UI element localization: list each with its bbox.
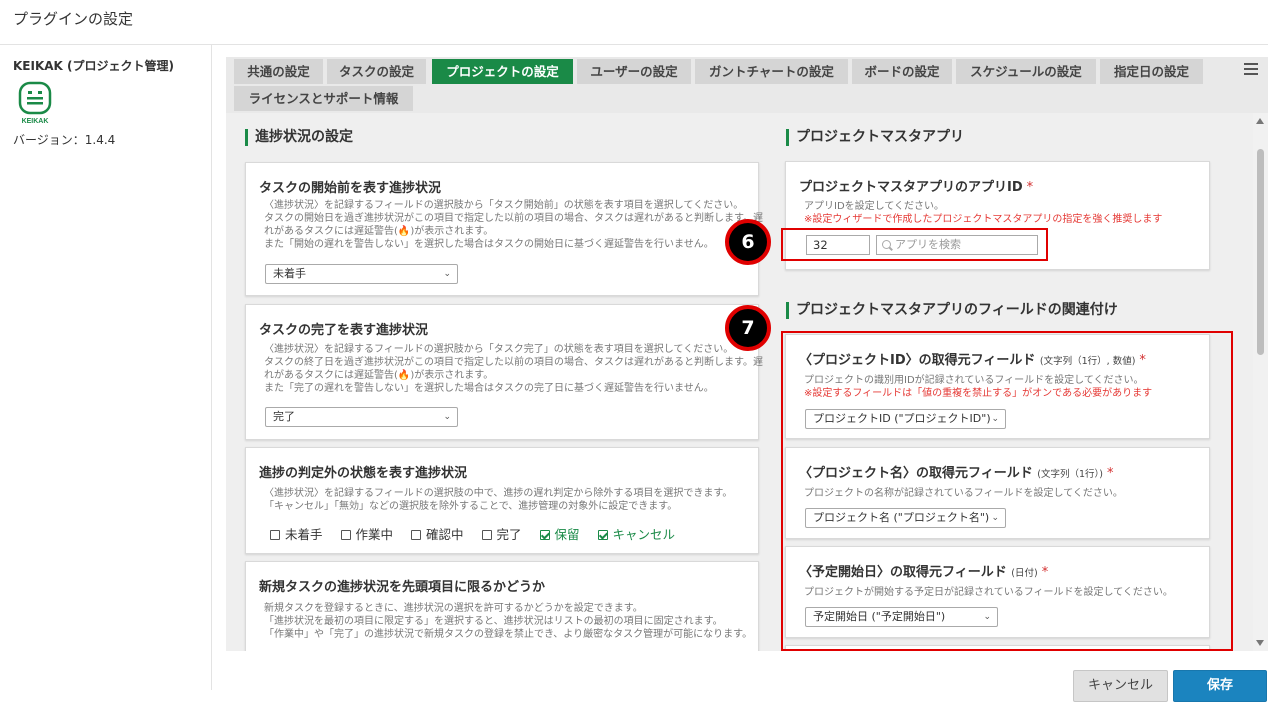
checkbox-on-hold[interactable]: 保留	[539, 524, 580, 543]
card-desc: 「作業中」や「完了」の進捗状況で新規タスクの登録を禁止でき、より厳密なタスク管理…	[264, 629, 753, 640]
card-desc: れがあるタスクには遅延警告(🔥)が表示されます。	[264, 370, 494, 381]
plugin-version: バージョン：1.4.4	[13, 133, 116, 147]
annotation-box-7	[781, 331, 1233, 651]
tab-task[interactable]: タスクの設定	[327, 59, 426, 84]
page-title: プラグインの設定	[13, 10, 134, 28]
plugin-info-panel: KEIKAK (プロジェクト管理) KEIKAK バージョン：1.4.4	[0, 45, 212, 690]
settings-tabs: 共通の設定 タスクの設定 プロジェクトの設定 ユーザーの設定 ガントチャートの設…	[226, 57, 1268, 113]
checkbox-cancel[interactable]: キャンセル	[597, 524, 675, 543]
checkbox-reviewing[interactable]: 確認中	[411, 524, 464, 543]
menu-icon[interactable]	[1244, 63, 1258, 75]
annotation-box-6	[781, 228, 1048, 261]
start-status-select[interactable]: 未着手 ⌄	[265, 264, 458, 284]
card-desc: れがあるタスクには遅延警告(🔥)が表示されます。	[264, 226, 494, 237]
scroll-down-icon[interactable]	[1256, 640, 1264, 646]
card-desc: 「進捗状況を最初の項目に限定する」を選択すると、進捗状況はリストの最初の項目に固…	[264, 616, 723, 627]
chevron-down-icon: ⌄	[443, 269, 451, 279]
tab-user[interactable]: ユーザーの設定	[577, 59, 691, 84]
card-title: 進捗の判定外の状態を表す進捗状況	[259, 466, 468, 481]
card-title: 新規タスクの進捗状況を先頭項目に限るかどうか	[259, 580, 546, 595]
section-title-progress: 進捗状況の設定	[245, 129, 353, 146]
card-desc: 〈進捗状況〉を記録するフィールドの選択肢から「タスク完了」の状態を表す項目を選択…	[264, 344, 734, 355]
select-value: 完了	[273, 410, 295, 423]
card-desc: また「開始の遅れを警告しない」を選択した場合はタスクの開始日に基づく遅延警告を行…	[264, 239, 714, 250]
section-title-field-mapping: プロジェクトマスタアプリのフィールドの関連付け	[786, 302, 1118, 319]
tab-common[interactable]: 共通の設定	[234, 59, 323, 84]
cancel-button[interactable]: キャンセル	[1073, 670, 1168, 702]
scroll-thumb[interactable]	[1257, 149, 1264, 355]
plugin-name: KEIKAK (プロジェクト管理)	[13, 59, 174, 73]
scroll-up-icon[interactable]	[1256, 118, 1264, 124]
tab-license[interactable]: ライセンスとサポート情報	[234, 86, 413, 111]
tab-specified-date[interactable]: 指定日の設定	[1100, 59, 1203, 84]
card-title: タスクの完了を表す進捗状況	[259, 323, 429, 338]
tab-schedule[interactable]: スケジュールの設定	[956, 59, 1096, 84]
annotation-marker-6: 6	[725, 219, 771, 265]
card-start-status: タスクの開始前を表す進捗状況 〈進捗状況〉を記録するフィールドの選択肢から「タス…	[245, 162, 763, 296]
card-title: プロジェクトマスタアプリのアプリID *	[799, 180, 1034, 195]
excluded-status-checkboxes: 未着手 作業中 確認中 完了 保留 キャンセル	[270, 524, 689, 543]
section-title-master-app: プロジェクトマスタアプリ	[786, 129, 964, 146]
card-desc: 「キャンセル」「無効」などの選択肢を除外することで、進捗管理の対象外に設定できま…	[264, 501, 678, 512]
checkbox-done[interactable]: 完了	[481, 524, 522, 543]
card-desc: また「完了の遅れを警告しない」を選択した場合はタスクの完了日に基づく遅延警告を行…	[264, 383, 714, 394]
card-desc: 〈進捗状況〉を記録するフィールドの選択肢の中で、進捗の遅れ判定から除外する項目を…	[264, 488, 733, 499]
card-title: タスクの開始前を表す進捗状況	[259, 181, 442, 196]
tab-board[interactable]: ボードの設定	[852, 59, 952, 84]
checkbox-in-progress[interactable]: 作業中	[340, 524, 393, 543]
chevron-down-icon: ⌄	[443, 412, 451, 422]
keikak-logo-icon: KEIKAK	[17, 81, 53, 125]
card-warning: ※設定ウィザードで作成したプロジェクトマスタアプリの指定を強く推奨します	[804, 214, 1163, 225]
card-desc: 新規タスクを登録するときに、進捗状況の選択を許可するかどうかを設定できます。	[264, 603, 643, 614]
logo-text: KEIKAK	[22, 118, 49, 125]
card-new-task-status: 新規タスクの進捗状況を先頭項目に限るかどうか 新規タスクを登録するときに、進捗状…	[245, 561, 759, 651]
save-button[interactable]: 保存	[1173, 670, 1267, 702]
card-complete-status: タスクの完了を表す進捗状況 〈進捗状況〉を記録するフィールドの選択肢から「タスク…	[245, 304, 763, 440]
select-value: 未着手	[273, 267, 306, 280]
card-desc: タスクの終了日を過ぎ進捗状況がこの項目で指定した以前の項目の場合、タスクは遅れが…	[264, 357, 763, 368]
checkbox-not-started[interactable]: 未着手	[270, 524, 323, 543]
card-desc: アプリIDを設定してください。	[804, 201, 945, 212]
card-excluded-status: 進捗の判定外の状態を表す進捗状況 〈進捗状況〉を記録するフィールドの選択肢の中で…	[245, 447, 759, 554]
annotation-marker-7: 7	[725, 305, 771, 351]
tab-project[interactable]: プロジェクトの設定	[432, 59, 573, 84]
card-desc: 〈進捗状況〉を記録するフィールドの選択肢から「タスク開始前」の状態を表す項目を選…	[264, 200, 744, 211]
tab-gantt[interactable]: ガントチャートの設定	[695, 59, 848, 84]
complete-status-select[interactable]: 完了 ⌄	[265, 407, 458, 427]
content-scrollbar[interactable]	[1253, 113, 1268, 651]
card-desc: タスクの開始日を過ぎ進捗状況がこの項目で指定した以前の項目の場合、タスクは遅れが…	[264, 213, 763, 224]
